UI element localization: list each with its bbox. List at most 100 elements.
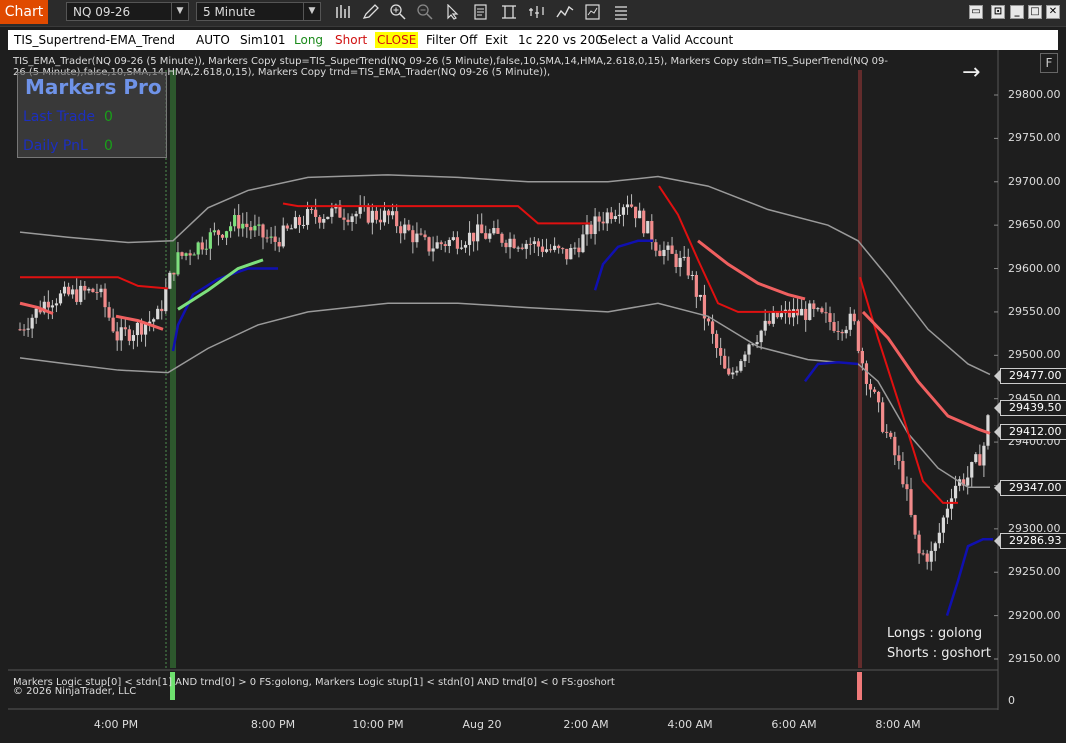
zoom-out-icon[interactable] [416,4,434,20]
candle-body [544,249,549,252]
candle-body [476,224,480,242]
candle-body [156,308,160,320]
candle-body [91,288,95,293]
close-button[interactable]: CLOSE [375,32,419,48]
candle-body [735,370,739,373]
candle-body [787,309,792,318]
account-prompt[interactable]: Select a Valid Account [600,30,733,50]
account-label[interactable]: Sim101 [240,30,286,50]
candle-body [945,508,950,518]
candle-body [261,224,265,238]
time-tick: 2:00 AM [563,718,609,731]
time-axis[interactable]: 4:00 PM 8:00 PM 10:00 PM Aug 20 2:00 AM … [8,710,1058,743]
strategies-icon[interactable] [528,4,546,20]
candle-body [310,209,314,211]
pin-icon[interactable]: ⊡ [991,5,1005,19]
bar-chart-icon[interactable] [334,4,352,20]
candle-body [269,236,273,238]
minimize-icon[interactable]: _ [1010,5,1024,19]
properties-icon[interactable] [472,4,490,20]
candle-body [881,402,885,432]
candle-body [690,274,694,276]
candle-body [581,234,585,253]
arrow-right-icon[interactable]: → [962,60,980,85]
candle-body [415,233,419,243]
candle-body [872,389,877,392]
candle-body [407,224,411,231]
candle-body [224,231,229,238]
candle-body [480,224,484,234]
mode-button[interactable]: AUTO [196,30,230,50]
candle-body [467,232,472,245]
short-button[interactable]: Short [335,30,367,50]
zoom-in-icon[interactable] [389,4,407,20]
candle-body [127,329,131,341]
close-icon[interactable]: ✕ [1046,5,1060,19]
templates-icon[interactable] [584,4,602,20]
candle-body [459,247,464,249]
instrument-selector[interactable]: NQ 09-26 ▼ [66,2,189,21]
candle-body [34,308,38,318]
candle-body [901,460,905,485]
long-button[interactable]: Long [294,30,323,50]
price-marker: 29477.00 [994,368,1066,384]
markers-pro-panel: Markers Pro Last Trade 0 Daily PnL 0 [17,72,167,158]
data-box-icon[interactable] [500,4,518,20]
candle-body [237,215,241,229]
candle-body [897,455,901,461]
candle-body [621,207,626,215]
pointer-icon[interactable] [444,4,462,20]
draw-pencil-icon[interactable] [362,4,380,20]
candle-body [532,241,536,245]
short-signal-highlight [858,70,862,668]
candle-body [18,329,22,331]
candle-body [289,228,293,230]
candle-body [812,303,816,309]
candle-body [933,543,937,551]
filter-button[interactable]: Filter Off [426,30,477,50]
candle-body [111,317,115,332]
chevron-down-icon[interactable]: ▼ [171,3,188,20]
candle-body [370,210,374,223]
candle-body [496,228,500,234]
strategy-toolbar: TIS_Supertrend-EMA_Trend AUTO Sim101 Lon… [8,30,1058,50]
candle-body [391,211,395,216]
strategy-name[interactable]: TIS_Supertrend-EMA_Trend [14,30,175,50]
price-marker: 29286.93 [994,533,1066,549]
ratio-label: 1c 220 vs 200 [518,33,603,47]
supertrend-down-line [282,202,590,225]
candle-body [710,321,715,334]
candle-body [395,211,399,227]
candle-body [131,335,135,341]
time-tick: 8:00 AM [875,718,921,731]
candle-body [856,321,860,351]
f-button[interactable]: F [1040,53,1058,73]
candle-body [508,238,512,248]
candle-body [318,216,322,223]
price-marker: 29412.00 [994,424,1066,440]
restore-icon[interactable]: ▭ [969,5,983,19]
candle-body [759,330,763,343]
chart-tab[interactable]: Chart [0,0,48,24]
candle-body [585,224,589,235]
candle-body [605,212,609,224]
candle-body [99,288,103,293]
chevron-down-icon[interactable]: ▼ [303,3,320,20]
interval-selector[interactable]: 5 Minute ▼ [196,2,321,21]
supertrend-up-line [593,239,653,291]
candle-body [553,245,557,250]
exit-button[interactable]: Exit [485,30,508,50]
chart-trader-icon[interactable] [612,4,630,20]
candle-body [386,210,391,216]
maximize-icon[interactable]: □ [1028,5,1042,19]
candle-body [613,216,617,219]
candle-body [589,224,593,235]
candle-body [411,230,415,243]
candle-body [868,383,873,390]
candle-body [820,308,824,313]
candle-body [160,308,164,312]
legend-longs: Longs : golong [887,626,983,641]
candle-body [698,294,702,297]
indicators-icon[interactable] [556,4,574,20]
candle-body [982,445,986,466]
